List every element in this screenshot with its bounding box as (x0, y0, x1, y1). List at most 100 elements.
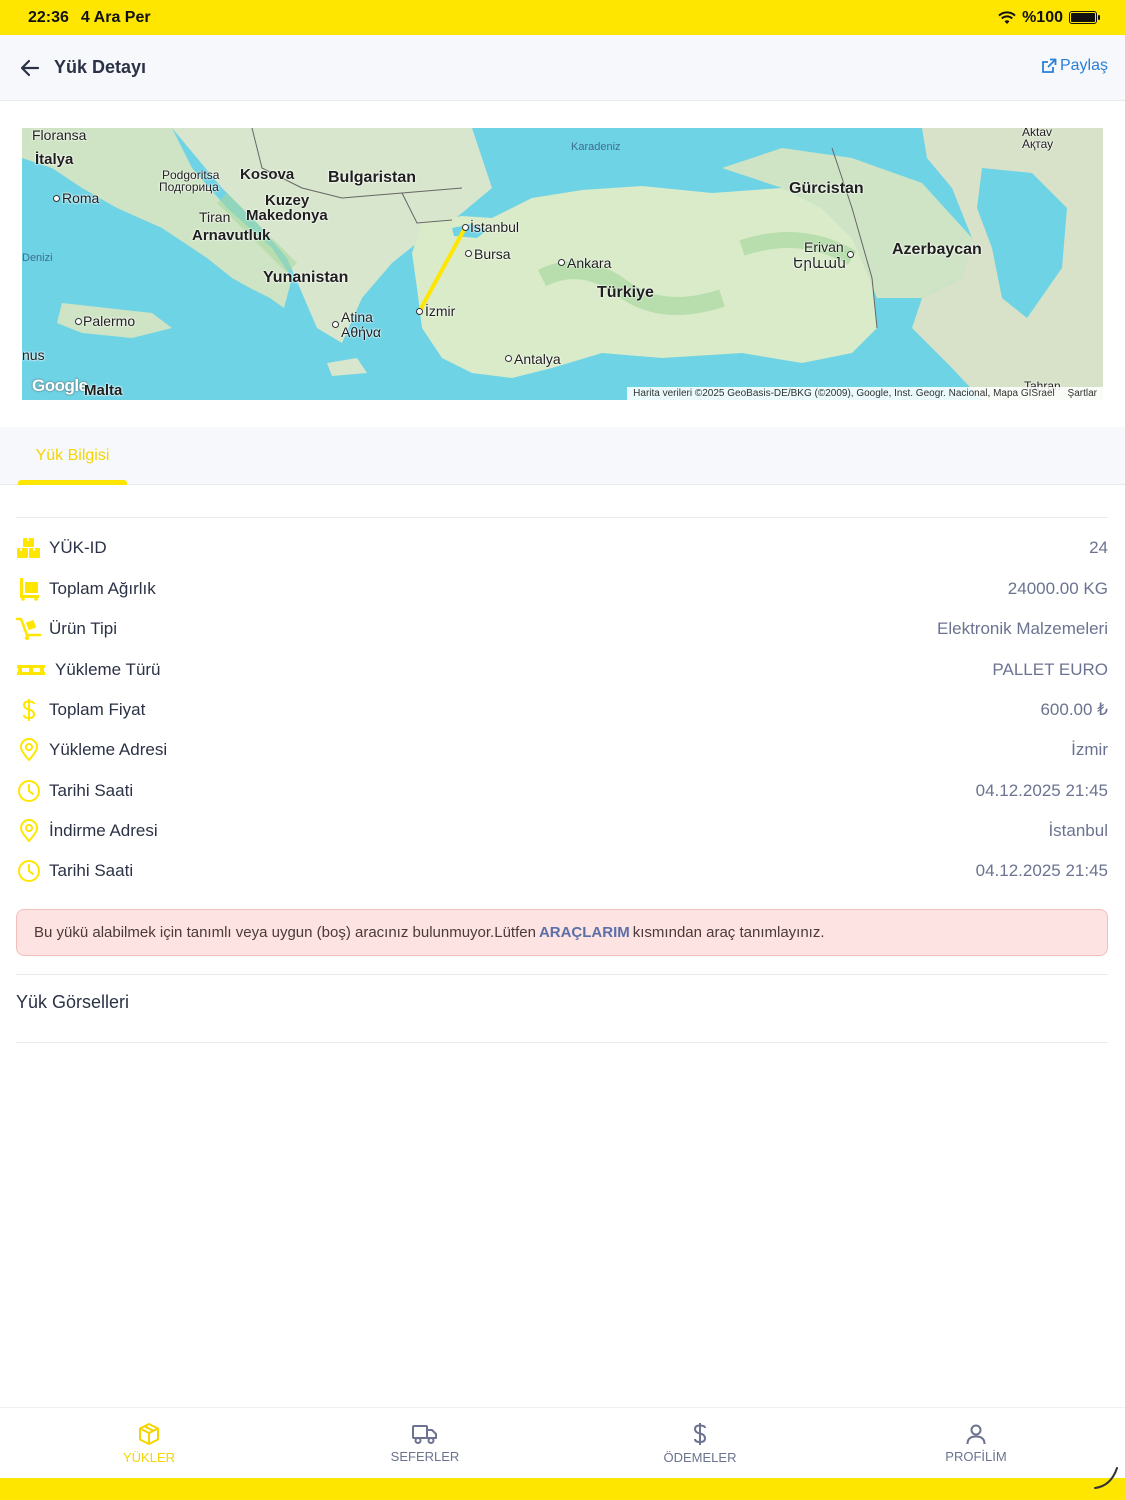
map-label-podgoritsa-cyr: Подгорица (159, 180, 219, 194)
detail-value: İzmir (1071, 740, 1108, 759)
map-city-dot (558, 259, 565, 266)
tab-indicator (18, 480, 127, 485)
nav-item-odemeler[interactable]: ÖDEMELER (630, 1408, 770, 1479)
clock-icon (16, 858, 42, 884)
map-label-kosova: Kosova (240, 166, 295, 183)
map-label-bulgaristan: Bulgaristan (328, 169, 417, 186)
tab-label: Yük Bilgisi (35, 447, 110, 464)
map-label-aktav-kz: Ақтау (1022, 137, 1054, 151)
nav-item-seferler[interactable]: SEFERLER (355, 1408, 495, 1479)
divider (16, 974, 1108, 975)
map-label-bursa: Bursa (474, 246, 511, 262)
detail-label: Tarihi Saati (49, 861, 134, 880)
nav-item-profilim[interactable]: PROFİLİM (906, 1408, 1046, 1479)
detail-label: Yükleme Adresi (49, 740, 168, 759)
detail-label: Tarihi Saati (49, 781, 134, 800)
map-label-ankara: Ankara (567, 255, 612, 271)
share-button[interactable]: Paylaş (1041, 57, 1108, 75)
map-label-tiran: Tiran (199, 209, 231, 225)
araclarim-link[interactable]: ARAÇLARIM (539, 924, 630, 941)
map-label-yunanistan: Yunanistan (263, 269, 349, 286)
map-label-turkiye: Türkiye (597, 284, 654, 301)
detail-row-yukleme-turu: Yükleme Türü PALLET EURO (16, 655, 1108, 685)
battery-percent: %100 (1022, 8, 1063, 26)
detail-row-yukleme-tarihi: Tarihi Saati 04.12.2025 21:45 (16, 776, 1108, 806)
detail-row-toplam-fiyat: Toplam Fiyat 600.00 ₺ (16, 695, 1108, 725)
nav-label: PROFİLİM (945, 1449, 1007, 1464)
map-label-karadeniz: Karadeniz (571, 141, 621, 153)
status-date: 4 Ara Per (80, 8, 151, 26)
location-pin-icon (16, 818, 42, 844)
google-logo: Google (32, 376, 88, 395)
map-city-dot (847, 251, 854, 258)
share-label: Paylaş (1059, 57, 1108, 74)
map-label-roma: Roma (62, 190, 100, 206)
map-label-floransa: Floransa (32, 128, 87, 143)
map-city-dot (416, 308, 423, 315)
map-attribution-text: Harita verileri ©2025 GeoBasis-DE/BKG (©… (633, 388, 1055, 399)
dollar-icon (16, 697, 42, 723)
pallet-icon (16, 657, 46, 683)
resize-grip-icon (1094, 1467, 1118, 1489)
detail-row-indirme-tarihi: Tarihi Saati 04.12.2025 21:45 (16, 856, 1108, 886)
detail-label: Toplam Ağırlık (49, 579, 156, 598)
map-city-dot (465, 250, 472, 257)
detail-row-yuk-id: YÜK-ID 24 (16, 533, 1108, 563)
map-label-izmir: İzmir (425, 303, 456, 319)
detail-row-toplam-agirlik: Toplam Ağırlık 24000.00 KG (16, 574, 1108, 604)
nav-label: ÖDEMELER (663, 1450, 737, 1465)
divider (16, 1042, 1108, 1043)
location-pin-icon (16, 737, 42, 763)
wifi-icon (998, 10, 1016, 24)
detail-label: Toplam Fiyat (49, 700, 146, 719)
detail-label: İndirme Adresi (49, 821, 158, 840)
detail-row-yukleme-adresi: Yükleme Adresi İzmir (16, 735, 1108, 765)
map-label-antalya: Antalya (514, 351, 561, 367)
nav-label: YÜKLER (122, 1450, 176, 1465)
map-label-denizi: Denizi (22, 252, 53, 264)
nav-item-yukler[interactable]: YÜKLER (79, 1408, 219, 1479)
alert-text-before: Bu yükü alabilmek için tanımlı veya uygu… (34, 924, 536, 941)
battery-icon (1069, 11, 1100, 24)
clock-icon (16, 778, 42, 804)
detail-label: Yükleme Türü (55, 660, 161, 679)
box-icon (139, 1423, 159, 1445)
map-label-nus: nus (22, 347, 45, 363)
status-time: 22:36 (28, 8, 69, 26)
detail-row-urun-tipi: Ürün Tipi Elektronik Malzemeleri (16, 614, 1108, 644)
map-city-dot (462, 224, 469, 231)
map-label-gurcistan: Gürcistan (789, 180, 864, 197)
map-label-atina: Atina (341, 309, 373, 325)
tab-bar: Yük Bilgisi (0, 427, 1125, 485)
map-city-dot (505, 355, 512, 362)
detail-value: İstanbul (1048, 821, 1108, 840)
no-vehicle-alert: Bu yükü alabilmek için tanımlı veya uygu… (16, 909, 1108, 956)
map-label-erivan: Erivan (804, 239, 844, 255)
route-map[interactable]: Floransa İtalya Roma Denizi Palermo nus … (22, 128, 1103, 400)
map-attribution: Harita verileri ©2025 GeoBasis-DE/BKG (©… (627, 387, 1103, 400)
map-city-dot (75, 318, 82, 325)
map-city-dot (53, 195, 60, 202)
hand-truck-icon (16, 616, 42, 642)
detail-value: 24 (1089, 538, 1108, 557)
map-label-makedonya: Makedonya (246, 207, 328, 224)
map-terms-link[interactable]: Şartlar (1068, 388, 1097, 399)
nav-label: SEFERLER (390, 1449, 460, 1464)
detail-label: YÜK-ID (49, 538, 107, 557)
tab-yuk-bilgisi[interactable]: Yük Bilgisi (18, 427, 127, 485)
boxes-icon (16, 535, 42, 561)
detail-value: 24000.00 KG (1007, 579, 1108, 598)
detail-row-indirme-adresi: İndirme Adresi İstanbul (16, 816, 1108, 846)
status-right: %100 (998, 8, 1100, 27)
map-label-atina-gr: Αθήνα (341, 324, 382, 340)
map-label-italya: İtalya (35, 151, 74, 168)
back-arrow-icon[interactable] (18, 56, 42, 80)
status-bar: 22:36 4 Ara Per %100 (0, 0, 1125, 35)
bottom-navigation: YÜKLER SEFERLER ÖDEMELER PROFİLİM (0, 1407, 1125, 1478)
pallet-jack-icon (16, 576, 42, 602)
user-icon (966, 1424, 986, 1445)
page-title: Yük Detayı (54, 57, 147, 77)
map-city-dot (332, 321, 339, 328)
detail-value: PALLET EURO (992, 660, 1108, 679)
map-label-arnavutluk: Arnavutluk (192, 227, 271, 244)
